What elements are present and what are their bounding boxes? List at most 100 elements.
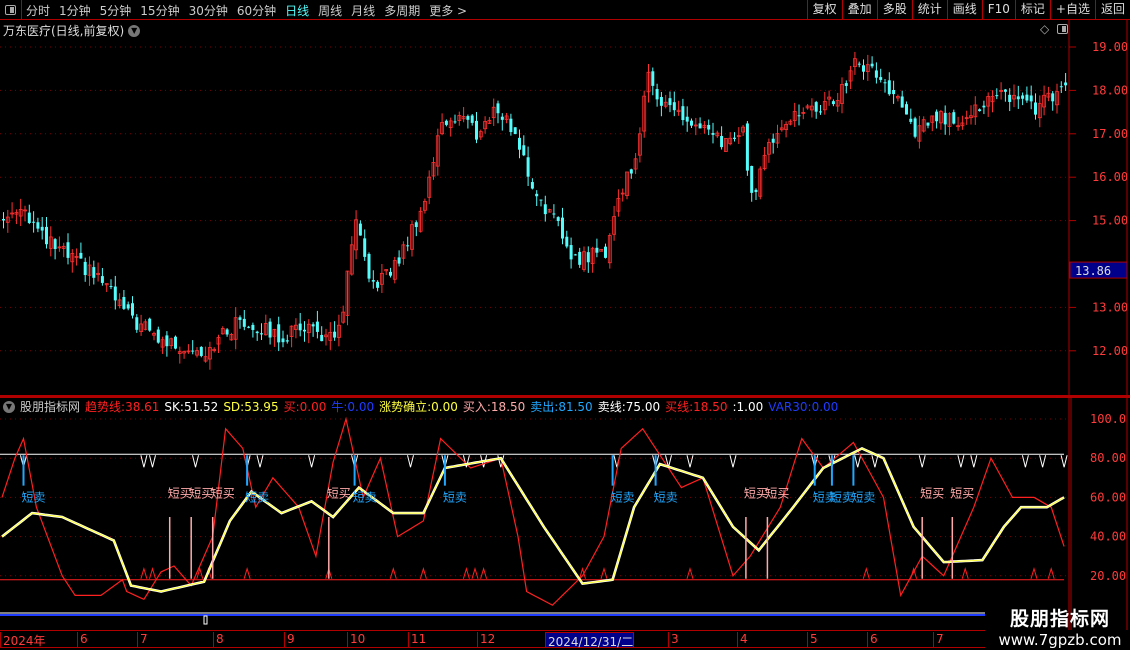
period-tab[interactable]: 日线 [285,2,309,19]
candle-down [535,190,539,207]
candle-body [367,253,371,279]
candle-body [148,318,152,331]
candle-down [1034,93,1037,120]
toolbar-button[interactable]: 多股 [876,0,912,20]
candle-up [440,113,445,136]
toolbar-button[interactable]: 标记 [1014,0,1050,20]
candle-body [681,106,685,121]
period-tab[interactable]: 60分钟 [237,2,276,19]
candle-down [174,335,177,350]
candle-body [45,226,48,245]
candle-down [900,90,904,108]
candle-down [414,220,418,237]
candle-up [620,188,625,202]
period-tab[interactable]: 30分钟 [189,2,228,19]
date-label: 7 [137,632,148,648]
date-label: 3 [668,632,679,648]
toolbar-button[interactable]: 画线 [946,0,982,20]
candle-body [535,193,539,197]
period-tab[interactable]: 月线 [351,2,375,19]
candle-up [715,130,720,138]
candle-body [522,145,526,156]
candle-body [814,102,818,112]
top-v-marker [686,455,694,468]
candle-down [943,105,947,135]
candle-body [754,189,758,193]
indicator-name[interactable]: 股朋指标网 [20,398,80,415]
date-label: 7 [933,632,944,648]
candle-up [840,77,844,114]
candle-down [303,321,306,342]
candle-down [406,236,410,252]
candle-down [1016,85,1020,109]
candle-body [277,324,281,343]
candle-up [229,332,234,341]
period-tab[interactable]: 周线 [318,2,342,19]
candle-up [969,105,973,125]
candle-up [767,138,771,163]
period-tab[interactable]: 更多 > [429,2,467,19]
candle-down [238,315,242,329]
indicator-tick-label: 20.00 [1090,569,1126,583]
top-v-marker [256,455,264,468]
candle-body [174,336,177,349]
candle-body [995,95,999,97]
candle-body [1051,93,1055,102]
toolbar-button[interactable]: 复权 [806,0,842,20]
field-value: 53.95 [244,399,279,414]
candle-up [354,210,359,260]
candle-body [659,96,663,106]
candle-up [233,307,238,350]
toolbar-button[interactable]: +自选 [1049,0,1095,20]
candle-down [659,91,663,117]
field-value: 0.00 [347,400,375,414]
indicator-tick-label: 40.00 [1090,530,1126,544]
period-tab[interactable]: 多周期 [384,2,420,19]
period-tab[interactable]: 分时 [26,2,50,19]
candle-down [242,310,246,331]
candle-down [126,301,130,311]
toolbar-button[interactable]: 统计 [911,0,947,20]
candle-body [1021,95,1025,99]
top-v-marker [1021,455,1029,468]
dropdown-icon[interactable]: ▼ [3,400,15,413]
top-v-marker [854,455,862,468]
period-tab[interactable]: 1分钟 [59,2,91,19]
field-label: 趋势线: [85,400,126,414]
candle-up [345,270,350,326]
date-label: 2024/12/31/二 [545,632,635,649]
candle-down [358,220,362,236]
candle-body [191,350,195,352]
candle-down [1021,92,1025,106]
candle-down [320,326,324,342]
toolbar-button[interactable]: F10 [981,0,1015,20]
sd-line [1,447,1065,593]
candle-up [784,121,788,138]
candle-up [61,242,66,258]
price-chart[interactable]: 19.00 18.00 17.00 16.00 15.00 13.00 12.00 13.86 [0,20,1130,397]
field-label: 卖线: [597,400,626,414]
field-label: 买线: [665,400,694,414]
candle-down [565,230,569,249]
top-v-marker [140,455,148,468]
toolbar-button[interactable]: 返回 [1094,0,1130,20]
indicator-field: 买:0.00 [284,398,327,415]
toolbar-button[interactable]: 叠加 [841,0,877,20]
candle-up [263,314,268,336]
candle-up [401,241,406,265]
candle-up [788,119,793,126]
candle-down [844,80,848,94]
candle-up [693,117,698,136]
candle-down [199,346,203,358]
layout-toggle-button[interactable] [0,0,22,20]
candle-body [32,221,36,223]
candle-body [668,98,672,106]
candle-body [126,304,130,309]
top-v-marker [970,455,978,468]
candle-down [247,325,251,329]
candle-up [612,205,616,241]
period-tab[interactable]: 5分钟 [100,2,132,19]
indicator-chart[interactable]: 100.080.0060.0040.0020.00短卖 短卖 短卖 短卖 短卖 短卖 短卖短… [0,397,1130,630]
period-tab[interactable]: 15分钟 [140,2,179,19]
candle-down [397,250,401,267]
